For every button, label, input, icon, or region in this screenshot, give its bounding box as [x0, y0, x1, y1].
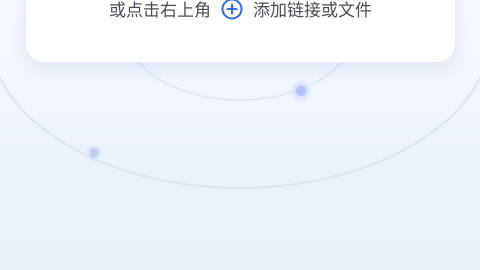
upload-hint-card: 或点击右上角 添加链接或文件: [26, 0, 455, 62]
plus-circle-icon: [221, 0, 243, 19]
hint-prefix-text: 或点击右上角: [109, 1, 211, 21]
hint-suffix-text: 添加链接或文件: [253, 1, 372, 21]
upload-hint: 或点击右上角 添加链接或文件: [26, 0, 455, 21]
add-button[interactable]: [221, 0, 243, 20]
